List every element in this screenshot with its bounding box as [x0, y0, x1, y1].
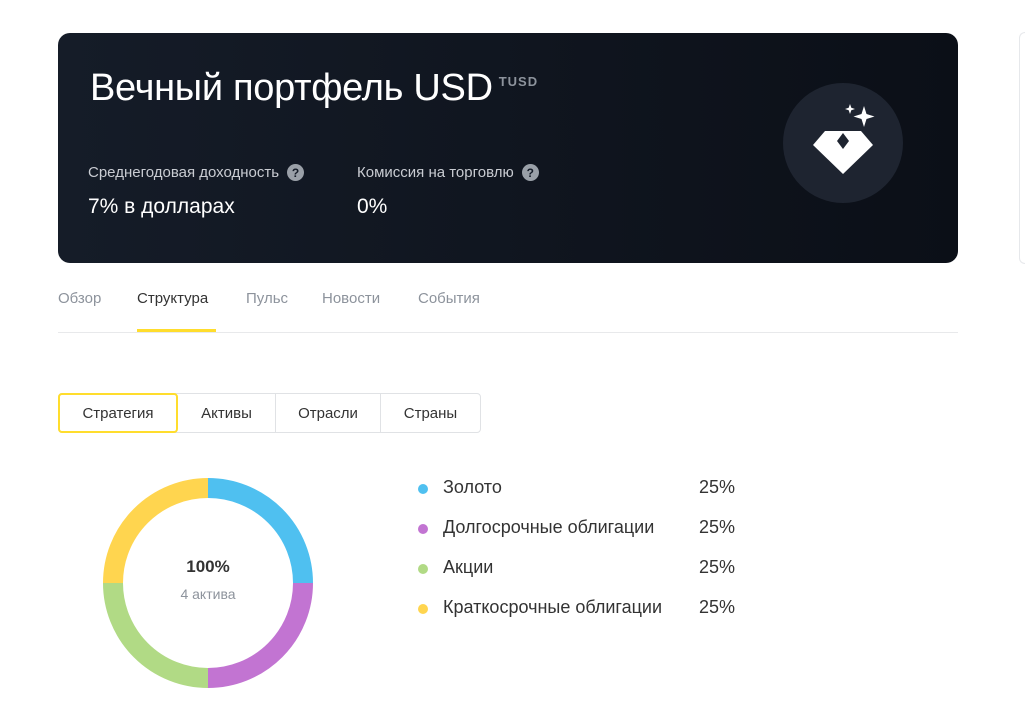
page-title: Вечный портфель USD TUSD	[90, 67, 538, 110]
segment-strategy[interactable]: Стратегия	[58, 393, 178, 433]
legend-value: 25%	[699, 517, 736, 537]
portfolio-badge	[783, 83, 903, 203]
metric-trading-fee: Комиссия на торговлю ? 0%	[357, 164, 539, 219]
legend-label: Краткосрочные облигации	[443, 597, 663, 617]
legend-value: 25%	[699, 557, 736, 577]
legend-label: Золото	[443, 477, 502, 497]
tab-structure[interactable]: Структура	[137, 290, 208, 307]
legend-dot	[418, 524, 428, 534]
segment-industries[interactable]: Отрасли	[276, 394, 381, 432]
diamond-sparkle-icon	[813, 104, 875, 174]
legend-item: Долгосрочные облигации 25%	[416, 516, 746, 556]
legend-dot	[418, 564, 428, 574]
legend-value: 25%	[699, 477, 736, 497]
ticker-badge: TUSD	[498, 74, 539, 90]
legend-value: 25%	[699, 597, 736, 617]
help-icon[interactable]: ?	[287, 164, 305, 181]
metric-label: Комиссия на торговлю	[357, 164, 514, 181]
metric-label: Среднегодовая доходность	[88, 164, 280, 181]
adjacent-card-edge	[1019, 32, 1025, 264]
donut-total: 100%	[186, 557, 230, 576]
allocation-legend: Золото 25% Долгосрочные облигации 25% Акции 2…	[416, 476, 746, 636]
tab-overview[interactable]: Обзор	[58, 290, 101, 307]
segment-assets[interactable]: Активы	[178, 394, 276, 432]
structure-view-switch: Стратегия Активы Отрасли Страны	[58, 393, 481, 433]
active-tab-indicator	[137, 329, 216, 332]
legend-item: Акции 25%	[416, 556, 746, 596]
portfolio-name: Вечный портфель USD	[90, 67, 493, 109]
tab-news[interactable]: Новости	[322, 290, 380, 307]
tab-pulse[interactable]: Пульс	[246, 290, 288, 307]
segment-countries[interactable]: Страны	[381, 394, 480, 432]
donut-center: 100% 4 актива	[98, 557, 318, 602]
help-icon[interactable]: ?	[521, 164, 539, 181]
metric-value: 0%	[357, 195, 388, 218]
tab-events[interactable]: События	[418, 290, 480, 307]
donut-asset-count: 4 актива	[180, 586, 236, 602]
legend-label: Акции	[443, 557, 494, 577]
metric-annual-return: Среднегодовая доходность ? 7% в долларах	[88, 164, 305, 219]
legend-label: Долгосрочные облигации	[443, 517, 655, 537]
legend-item: Краткосрочные облигации 25%	[416, 596, 746, 636]
section-tabs: Обзор Структура Пульс Новости События	[58, 280, 958, 333]
legend-dot	[418, 484, 428, 494]
metric-value: 7% в долларах	[88, 195, 235, 218]
legend-item: Золото 25%	[416, 476, 746, 516]
legend-dot	[418, 604, 428, 614]
portfolio-header-card: Вечный портфель USD TUSD Среднегодовая до…	[58, 33, 958, 263]
